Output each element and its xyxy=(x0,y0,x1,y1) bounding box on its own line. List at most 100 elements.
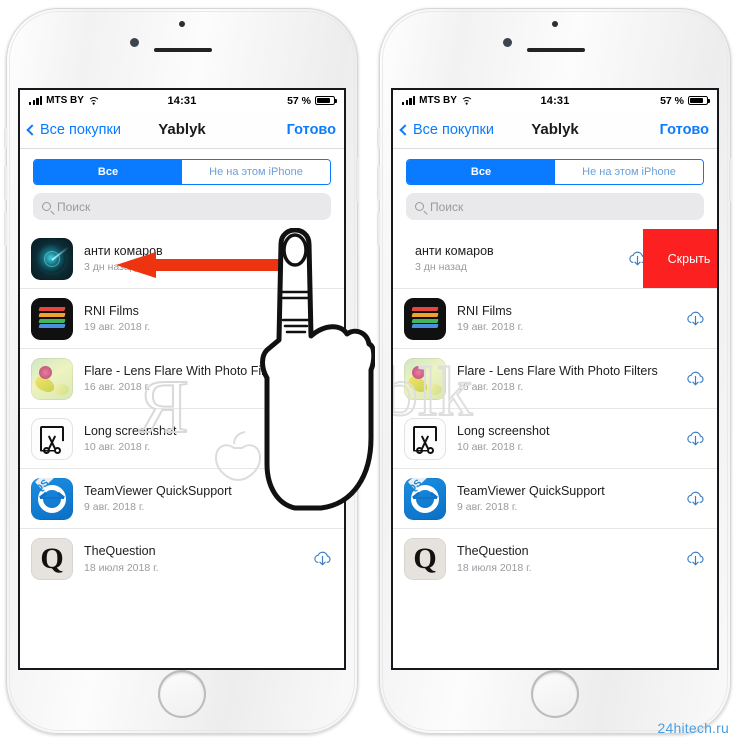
volume-up-button[interactable] xyxy=(377,166,381,200)
purchased-apps-list: анти комаров 3 дн назад Скрыть RNI Films… xyxy=(393,229,717,589)
home-button[interactable] xyxy=(531,670,579,718)
hide-button[interactable]: Скрыть xyxy=(643,229,717,288)
download-cloud-icon[interactable] xyxy=(685,370,706,388)
segment-not-on-this-iphone[interactable]: Не на этом iPhone xyxy=(555,160,703,184)
mosquito-repellent-icon xyxy=(31,237,73,280)
segmented-control[interactable]: Все Не на этом iPhone xyxy=(33,159,331,185)
download-cloud-icon[interactable] xyxy=(312,550,333,568)
app-name: TheQuestion xyxy=(84,544,156,559)
search-container: Поиск xyxy=(393,193,717,229)
earpiece-speaker xyxy=(154,48,212,52)
teamviewer-icon: QS xyxy=(31,477,73,520)
mute-switch[interactable] xyxy=(377,128,381,148)
download-cloud-icon[interactable] xyxy=(685,490,706,508)
battery-percent-label: 57 % xyxy=(660,94,685,107)
search-input[interactable]: Поиск xyxy=(406,193,704,220)
table-row[interactable]: Q TheQuestion 18 июля 2018 г. xyxy=(393,529,717,589)
search-icon xyxy=(42,202,51,211)
volume-up-button[interactable] xyxy=(4,166,8,200)
segment-not-on-this-iphone[interactable]: Не на этом iPhone xyxy=(182,160,330,184)
search-placeholder: Поиск xyxy=(57,199,91,214)
app-date: 9 авг. 2018 г. xyxy=(457,501,518,514)
app-date: 10 авг. 2018 г. xyxy=(457,441,524,454)
page-title: Yablyk xyxy=(531,121,579,138)
volume-down-button[interactable] xyxy=(377,212,381,246)
app-date: 3 дн назад xyxy=(415,261,467,274)
wifi-icon xyxy=(87,96,100,107)
app-name: RNI Films xyxy=(457,303,512,318)
clock-label: 14:31 xyxy=(167,94,197,107)
rni-films-icon xyxy=(404,297,446,340)
table-row-swiped[interactable]: анти комаров 3 дн назад Скрыть xyxy=(393,229,717,289)
battery-percent-label: 57 % xyxy=(287,94,312,107)
search-placeholder: Поиск xyxy=(430,199,464,214)
earpiece-speaker xyxy=(527,48,585,52)
segmented-control-container: Все Не на этом iPhone xyxy=(20,149,344,193)
search-container: Поиск xyxy=(20,193,344,229)
app-date: 16 авг. 2018 г. xyxy=(457,381,524,394)
download-cloud-icon[interactable] xyxy=(685,550,706,568)
flare-icon xyxy=(404,357,446,400)
long-screenshot-icon xyxy=(31,417,73,460)
power-button[interactable] xyxy=(729,158,733,202)
pointing-hand-illustration xyxy=(260,228,375,511)
battery-icon xyxy=(315,95,338,106)
segmented-control-container: Все Не на этом iPhone xyxy=(393,149,717,193)
site-watermark: 24hitech.ru xyxy=(657,720,729,736)
front-camera-icon xyxy=(503,38,512,47)
wifi-icon xyxy=(460,96,473,107)
app-name: Flare - Lens Flare With Photo Filters xyxy=(457,363,658,378)
phone-screen-right: MTS BY 14:31 57 % Все покупки Yablyk Го xyxy=(393,90,717,668)
signal-bars-icon xyxy=(29,96,43,105)
download-cloud-icon[interactable] xyxy=(685,310,706,328)
status-bar: MTS BY 14:31 57 % xyxy=(393,90,717,111)
app-name: TheQuestion xyxy=(457,544,529,559)
proximity-sensor-icon xyxy=(552,21,558,27)
back-button[interactable]: Все покупки xyxy=(399,121,531,138)
proximity-sensor-icon xyxy=(179,21,185,27)
segmented-control[interactable]: Все Не на этом iPhone xyxy=(406,159,704,185)
thequestion-icon: Q xyxy=(404,538,446,580)
table-row[interactable]: RNI Films 19 авг. 2018 г. xyxy=(393,289,717,349)
signal-bars-icon xyxy=(402,96,416,105)
back-button-label: Все покупки xyxy=(40,121,121,138)
back-button-label: Все покупки xyxy=(413,121,494,138)
table-row[interactable]: Q TheQuestion 18 июля 2018 г. xyxy=(20,529,344,589)
back-button[interactable]: Все покупки xyxy=(26,121,158,138)
navigation-bar: Все покупки Yablyk Готово xyxy=(393,111,717,149)
table-row[interactable]: Flare - Lens Flare With Photo Filters 16… xyxy=(393,349,717,409)
navigation-bar: Все покупки Yablyk Готово xyxy=(20,111,344,149)
app-date: 18 июля 2018 г. xyxy=(84,561,159,574)
search-icon xyxy=(415,202,424,211)
long-screenshot-icon xyxy=(404,417,446,460)
done-button[interactable]: Готово xyxy=(206,122,336,138)
chevron-left-icon xyxy=(26,123,38,136)
phone-right: MTS BY 14:31 57 % Все покупки Yablyk Го xyxy=(377,8,733,734)
power-button[interactable] xyxy=(356,158,360,202)
rni-films-icon xyxy=(31,297,73,340)
app-date: 18 июля 2018 г. xyxy=(457,561,532,574)
download-cloud-icon[interactable] xyxy=(685,430,706,448)
table-row[interactable]: QS TeamViewer QuickSupport 9 авг. 2018 г… xyxy=(393,469,717,529)
app-name: анти комаров xyxy=(415,243,494,258)
volume-down-button[interactable] xyxy=(4,212,8,246)
flare-icon xyxy=(31,357,73,400)
front-camera-icon xyxy=(130,38,139,47)
clock-label: 14:31 xyxy=(540,94,570,107)
carrier-label: MTS BY xyxy=(419,95,457,106)
app-name: Long screenshot xyxy=(457,423,550,438)
segment-all[interactable]: Все xyxy=(34,160,182,184)
done-button[interactable]: Готово xyxy=(579,122,709,138)
app-date: 19 авг. 2018 г. xyxy=(457,321,524,334)
app-name: TeamViewer QuickSupport xyxy=(457,483,605,498)
page-title: Yablyk xyxy=(158,121,206,138)
mute-switch[interactable] xyxy=(4,128,8,148)
segment-all[interactable]: Все xyxy=(407,160,555,184)
status-bar: MTS BY 14:31 57 % xyxy=(20,90,344,111)
table-row[interactable]: Long screenshot 10 авг. 2018 г. xyxy=(393,409,717,469)
search-input[interactable]: Поиск xyxy=(33,193,331,220)
home-button[interactable] xyxy=(158,670,206,718)
chevron-left-icon xyxy=(399,123,411,136)
thequestion-icon: Q xyxy=(31,538,73,580)
battery-icon xyxy=(688,95,711,106)
